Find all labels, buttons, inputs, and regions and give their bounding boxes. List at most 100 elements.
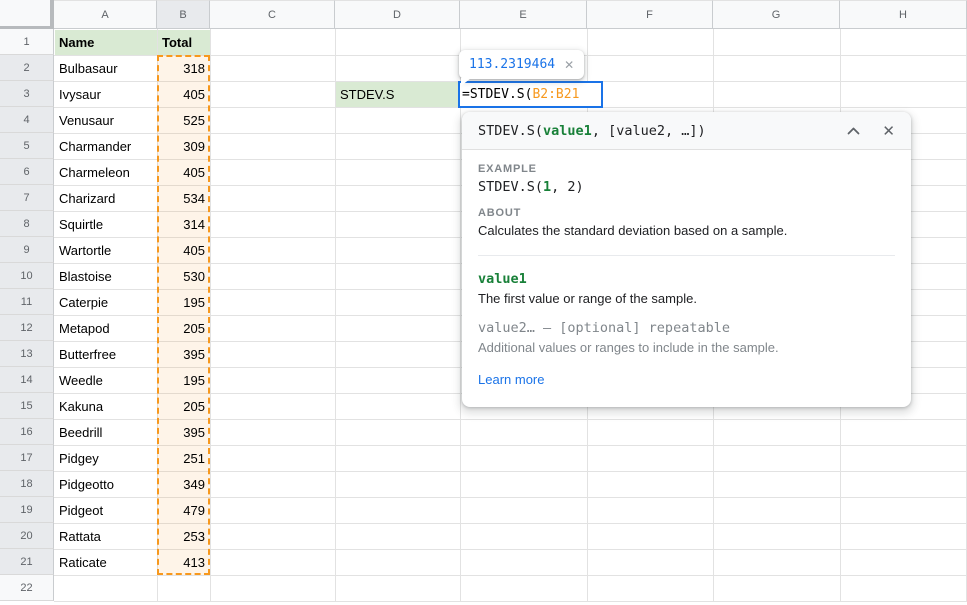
- gridline: [54, 575, 967, 576]
- cell-B18[interactable]: 349: [158, 472, 210, 497]
- formula-edit-cell[interactable]: =STDEV.S(B2:B21: [458, 81, 603, 108]
- column-header-G[interactable]: G: [713, 0, 840, 29]
- cell-A13[interactable]: Butterfree: [55, 342, 157, 367]
- cell-A5[interactable]: Charmander: [55, 134, 157, 159]
- row-header-21[interactable]: 21: [0, 549, 54, 575]
- select-all-corner[interactable]: [0, 0, 54, 29]
- row-header-12[interactable]: 12: [0, 315, 54, 341]
- cell-A7[interactable]: Charizard: [55, 186, 157, 211]
- popup-divider: [478, 255, 895, 256]
- cell-B10[interactable]: 530: [158, 264, 210, 289]
- cell-A6[interactable]: Charmeleon: [55, 160, 157, 185]
- cell-A20[interactable]: Rattata: [55, 524, 157, 549]
- cell-B19[interactable]: 479: [158, 498, 210, 523]
- function-signature: STDEV.S(value1, [value2, …]): [478, 123, 706, 139]
- learn-more-link[interactable]: Learn more: [478, 372, 544, 387]
- param2-name: value2… – [optional] repeatable: [478, 320, 895, 336]
- column-header-E[interactable]: E: [460, 0, 587, 29]
- formula-result-tooltip: 113.2319464 ✕: [459, 50, 584, 79]
- row-header-9[interactable]: 9: [0, 237, 54, 263]
- row-header-17[interactable]: 17: [0, 445, 54, 471]
- cell-B8[interactable]: 314: [158, 212, 210, 237]
- formula-range-highlight: [157, 55, 210, 575]
- row-header-13[interactable]: 13: [0, 341, 54, 367]
- formula-range-ref: B2:B21: [532, 87, 579, 102]
- cell-A21[interactable]: Raticate: [55, 550, 157, 575]
- row-header-14[interactable]: 14: [0, 367, 54, 393]
- column-header-B[interactable]: B: [157, 0, 210, 29]
- row-header-18[interactable]: 18: [0, 471, 54, 497]
- row-header-8[interactable]: 8: [0, 211, 54, 237]
- cell-B11[interactable]: 195: [158, 290, 210, 315]
- cell-B14[interactable]: 195: [158, 368, 210, 393]
- cell-A9[interactable]: Wartortle: [55, 238, 157, 263]
- cell-B15[interactable]: 205: [158, 394, 210, 419]
- param1-description: The first value or range of the sample.: [478, 291, 895, 306]
- cell-A11[interactable]: Caterpie: [55, 290, 157, 315]
- cell-A17[interactable]: Pidgey: [55, 446, 157, 471]
- cell-B16[interactable]: 395: [158, 420, 210, 445]
- cell-A18[interactable]: Pidgeotto: [55, 472, 157, 497]
- cell-B3[interactable]: 405: [158, 82, 210, 107]
- cell-B2[interactable]: 318: [158, 56, 210, 81]
- tooltip-close-icon[interactable]: ✕: [564, 58, 574, 72]
- param1-name: value1: [478, 271, 895, 287]
- cell-A3[interactable]: Ivysaur: [55, 82, 157, 107]
- cell-B4[interactable]: 525: [158, 108, 210, 133]
- function-help-popup: STDEV.S(value1, [value2, …]) ✕ EXAMPLE S…: [462, 112, 911, 407]
- row-header-19[interactable]: 19: [0, 497, 54, 523]
- cell-B7[interactable]: 534: [158, 186, 210, 211]
- row-header-4[interactable]: 4: [0, 107, 54, 133]
- cell-A4[interactable]: Venusaur: [55, 108, 157, 133]
- cell-A8[interactable]: Squirtle: [55, 212, 157, 237]
- cell-A15[interactable]: Kakuna: [55, 394, 157, 419]
- signature-arg1: value1: [543, 123, 592, 139]
- formula-result-value: 113.2319464: [469, 57, 555, 72]
- column-header-C[interactable]: C: [210, 0, 335, 29]
- cell-A19[interactable]: Pidgeot: [55, 498, 157, 523]
- cell-A10[interactable]: Blastoise: [55, 264, 157, 289]
- row-header-11[interactable]: 11: [0, 289, 54, 315]
- example-code: STDEV.S(1, 2): [478, 179, 895, 195]
- cell-B20[interactable]: 253: [158, 524, 210, 549]
- row-header-6[interactable]: 6: [0, 159, 54, 185]
- cell-B5[interactable]: 309: [158, 134, 210, 159]
- cell-A14[interactable]: Weedle: [55, 368, 157, 393]
- row-header-2[interactable]: 2: [0, 55, 54, 81]
- row-header-7[interactable]: 7: [0, 185, 54, 211]
- column-header-F[interactable]: F: [587, 0, 713, 29]
- cell-A1[interactable]: Name: [55, 30, 157, 55]
- function-help-body: EXAMPLE STDEV.S(1, 2) ABOUT Calculates t…: [462, 150, 911, 407]
- row-header-15[interactable]: 15: [0, 393, 54, 419]
- row-header-5[interactable]: 5: [0, 133, 54, 159]
- gridline: [54, 601, 967, 602]
- column-header-D[interactable]: D: [335, 0, 460, 29]
- collapse-chevron-up-icon[interactable]: [847, 127, 860, 135]
- cell-B1[interactable]: Total: [158, 30, 210, 55]
- cell-A2[interactable]: Bulbasaur: [55, 56, 157, 81]
- row-header-22[interactable]: 22: [0, 575, 54, 601]
- column-header-H[interactable]: H: [840, 0, 967, 29]
- cell-B12[interactable]: 205: [158, 316, 210, 341]
- cell-B13[interactable]: 395: [158, 342, 210, 367]
- cell-B21[interactable]: 413: [158, 550, 210, 575]
- cell-B9[interactable]: 405: [158, 238, 210, 263]
- row-header-10[interactable]: 10: [0, 263, 54, 289]
- row-header-16[interactable]: 16: [0, 419, 54, 445]
- cell-D3[interactable]: STDEV.S: [336, 82, 460, 107]
- row-header-3[interactable]: 3: [0, 81, 54, 107]
- row-header-20[interactable]: 20: [0, 523, 54, 549]
- about-text: Calculates the standard deviation based …: [478, 223, 895, 238]
- popup-close-icon[interactable]: ✕: [882, 122, 895, 140]
- cell-B17[interactable]: 251: [158, 446, 210, 471]
- cell-A16[interactable]: Beedrill: [55, 420, 157, 445]
- row-header-1[interactable]: 1: [0, 29, 54, 55]
- function-help-header: STDEV.S(value1, [value2, …]) ✕: [462, 112, 911, 150]
- formula-prefix: =STDEV.S(: [462, 87, 532, 102]
- about-label: ABOUT: [478, 207, 895, 219]
- column-header-A[interactable]: A: [54, 0, 157, 29]
- example-label: EXAMPLE: [478, 163, 895, 175]
- cell-A12[interactable]: Metapod: [55, 316, 157, 341]
- cell-B6[interactable]: 405: [158, 160, 210, 185]
- spreadsheet-app: { "sheet": { "column_letters": ["A", "B"…: [0, 0, 967, 605]
